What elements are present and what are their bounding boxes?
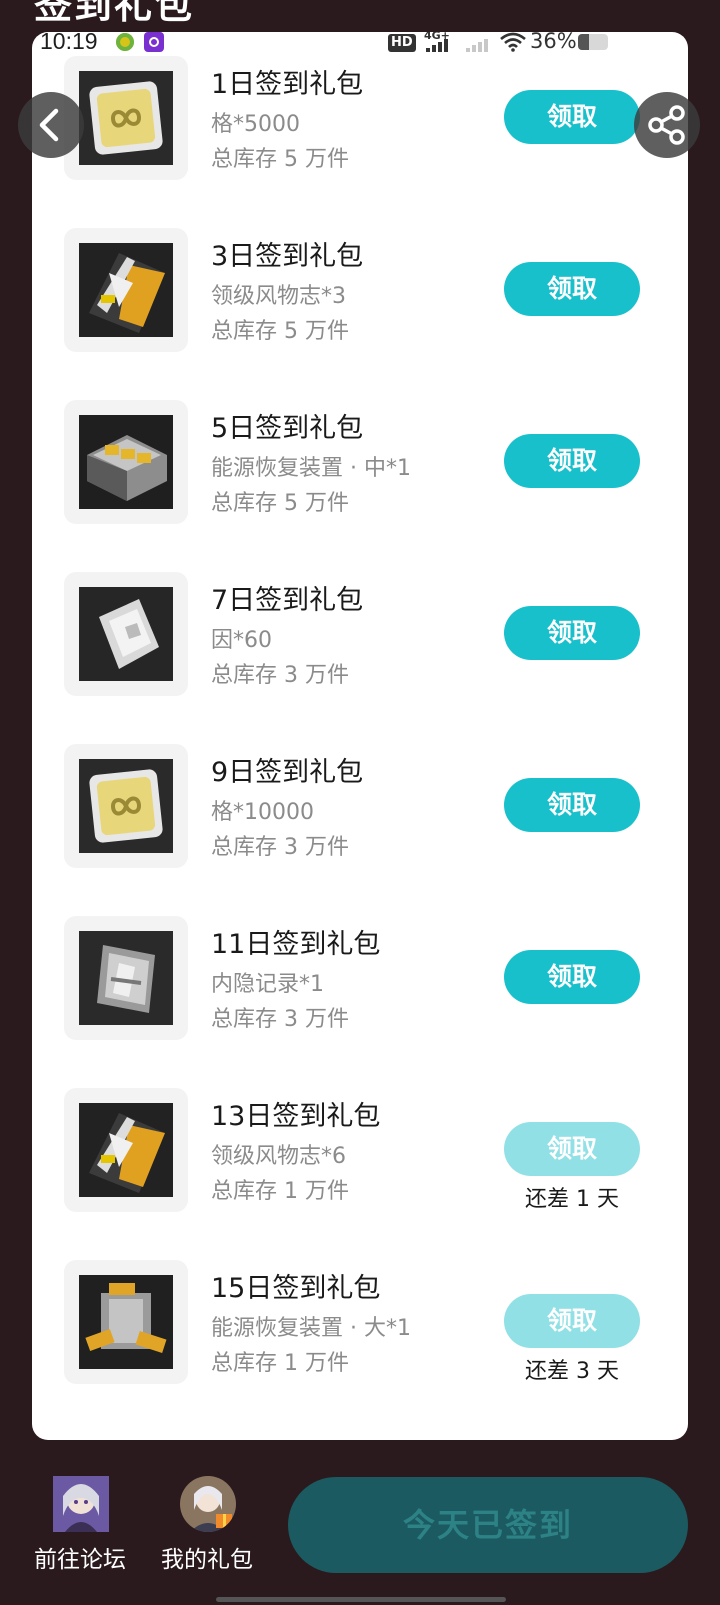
forum-nav-label: 前往论坛 <box>34 1547 126 1573</box>
gold-chip-icon <box>79 71 173 165</box>
share-button[interactable] <box>634 92 700 158</box>
gift-row: 15日签到礼包能源恢复装置 · 大*1 总库存 1 万件 领取还差 3 天 <box>32 1260 688 1432</box>
gift-row: 11日签到礼包内隐记录*1 总库存 3 万件 领取 <box>32 916 688 1088</box>
gift-stock: 总库存 3 万件 <box>211 663 349 688</box>
energy-crate-icon <box>79 1275 173 1369</box>
gift-stock: 总库存 5 万件 <box>211 319 349 344</box>
home-indicator[interactable] <box>216 1597 506 1602</box>
gift-title: 3日签到礼包 <box>211 241 364 272</box>
status-bar: 10:19 HD 4G+ 36% <box>32 32 688 56</box>
gift-title: 11日签到礼包 <box>211 929 381 960</box>
gift-item: 内隐记录*1 <box>211 972 324 997</box>
gift-stock: 总库存 5 万件 <box>211 147 349 172</box>
gift-item: 领级风物志*6 <box>211 1144 346 1169</box>
gift-title: 1日签到礼包 <box>211 69 364 100</box>
claim-button[interactable]: 领取 <box>504 1294 640 1348</box>
gift-title: 7日签到礼包 <box>211 585 364 616</box>
gift-stock: 总库存 5 万件 <box>211 491 349 516</box>
top-header: 签到礼包 <box>0 0 720 32</box>
gift-thumbnail <box>64 744 188 868</box>
signed-in-today-button[interactable]: 今天已签到 <box>288 1477 688 1573</box>
signal-2-icon <box>466 38 492 52</box>
gift-thumbnail <box>64 572 188 696</box>
claim-button[interactable]: 领取 <box>504 90 640 144</box>
gift-item: 能源恢复装置 · 中*1 <box>211 456 411 481</box>
gift-row: 13日签到礼包领级风物志*6 总库存 1 万件 领取还差 1 天 <box>32 1088 688 1260</box>
gift-row: 1日签到礼包格*5000 总库存 5 万件 领取 <box>32 56 688 228</box>
gift-title: 15日签到礼包 <box>211 1273 381 1304</box>
gift-item: 因*60 <box>211 628 272 653</box>
exp-book-icon <box>79 1103 173 1197</box>
share-icon <box>648 105 685 145</box>
status-time: 10:19 <box>40 32 98 54</box>
gift-thumbnail <box>64 228 188 352</box>
exp-book-icon <box>79 243 173 337</box>
network-type-label: 4G+ <box>424 32 450 42</box>
gift-title: 9日签到礼包 <box>211 757 364 788</box>
claim-button[interactable]: 领取 <box>504 606 640 660</box>
gift-stock: 总库存 1 万件 <box>211 1179 349 1204</box>
days-remaining: 还差 3 天 <box>525 1359 619 1384</box>
gift-item: 领级风物志*3 <box>211 284 346 309</box>
gift-thumbnail <box>64 1088 188 1212</box>
forum-avatar-icon <box>53 1476 109 1532</box>
battery-percent: 36% <box>530 32 577 53</box>
gift-row: 3日签到礼包领级风物志*3 总库存 5 万件 领取 <box>32 228 688 400</box>
claim-button[interactable]: 领取 <box>504 1122 640 1176</box>
gift-row: 7日签到礼包因*60 总库存 3 万件 领取 <box>32 572 688 744</box>
gold-chip-icon <box>79 759 173 853</box>
gift-title: 13日签到礼包 <box>211 1101 381 1132</box>
gift-item: 格*10000 <box>211 800 314 825</box>
gift-stock: 总库存 1 万件 <box>211 1351 349 1376</box>
energy-box-icon <box>79 415 173 509</box>
gift-thumbnail <box>64 916 188 1040</box>
my-gifts-nav-button[interactable]: 我的礼包 <box>152 1476 262 1573</box>
my-gifts-avatar-icon <box>180 1476 236 1532</box>
claim-button[interactable]: 领取 <box>504 778 640 832</box>
gift-item: 格*5000 <box>211 112 300 137</box>
wifi-icon <box>500 32 526 52</box>
record-plate-icon <box>79 931 173 1025</box>
claim-button[interactable]: 领取 <box>504 950 640 1004</box>
page-title: 签到礼包 <box>34 0 195 27</box>
claim-button[interactable]: 领取 <box>504 434 640 488</box>
gift-stock: 总库存 3 万件 <box>211 1007 349 1032</box>
silver-card-icon <box>79 587 173 681</box>
forum-nav-button[interactable]: 前往论坛 <box>25 1476 135 1573</box>
claim-button[interactable]: 领取 <box>504 262 640 316</box>
app-notification-icon <box>116 33 134 51</box>
days-remaining: 还差 1 天 <box>525 1187 619 1212</box>
gift-row: 5日签到礼包能源恢复装置 · 中*1 总库存 5 万件 领取 <box>32 400 688 572</box>
gift-thumbnail <box>64 1260 188 1384</box>
gift-list-card: 10:19 HD 4G+ 36% 1日签到礼包 格*5000 总库存 5 万件 领取 3… <box>32 32 688 1440</box>
gift-thumbnail <box>64 400 188 524</box>
back-button[interactable] <box>18 92 84 158</box>
gift-row: 9日签到礼包格*10000 总库存 3 万件 领取 <box>32 744 688 916</box>
gift-title: 5日签到礼包 <box>211 413 364 444</box>
my-gifts-nav-label: 我的礼包 <box>161 1547 253 1573</box>
gift-item: 能源恢复装置 · 大*1 <box>211 1316 411 1341</box>
battery-icon <box>578 34 608 50</box>
gift-stock: 总库存 3 万件 <box>211 835 349 860</box>
hd-icon: HD <box>388 34 416 52</box>
app-notification-icon-2 <box>144 32 164 52</box>
chevron-left-icon <box>39 108 59 142</box>
